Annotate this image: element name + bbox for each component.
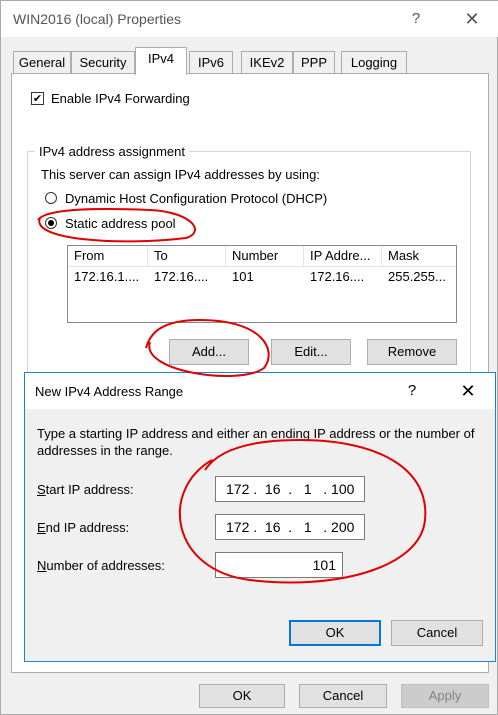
end-ip-label-text: nd IP address: xyxy=(45,520,130,535)
dialog-description: Type a starting IP address and either an… xyxy=(37,426,475,458)
new-address-range-dialog: New IPv4 Address Range ? ✕ Type a starti… xyxy=(24,372,496,662)
dialog-help-icon[interactable]: ? xyxy=(401,380,423,402)
address-pool-table[interactable]: From To Number IP Addre... Mask 172.16.1… xyxy=(67,245,457,323)
dialog-title-bar: New IPv4 Address Range ? ✕ xyxy=(25,373,495,409)
tab-security[interactable]: Security xyxy=(71,51,135,73)
table-cell-mask[interactable]: 255.255... xyxy=(382,268,456,286)
table-cell-ip-address[interactable]: 172.16.... xyxy=(304,268,382,286)
window-title: WIN2016 (local) Properties xyxy=(13,11,182,27)
close-icon[interactable]: ✕ xyxy=(457,7,487,31)
tab-ipv4[interactable]: IPv4 xyxy=(135,47,187,75)
assign-text: This server can assign IPv4 addresses by… xyxy=(41,167,320,182)
column-header-number[interactable]: Number xyxy=(226,246,304,266)
column-header-ip-address[interactable]: IP Addre... xyxy=(304,246,382,266)
footer-ok-button[interactable]: OK xyxy=(199,684,285,708)
dhcp-radio[interactable] xyxy=(45,192,57,204)
column-header-to[interactable]: To xyxy=(148,246,226,266)
tab-general[interactable]: General xyxy=(13,51,71,73)
table-cell-number[interactable]: 101 xyxy=(226,268,304,286)
edit-button[interactable]: Edit... xyxy=(271,339,351,365)
group-title: IPv4 address assignment xyxy=(35,144,189,159)
number-of-addresses-input[interactable]: 101 xyxy=(215,552,343,578)
number-label-text: umber of addresses: xyxy=(46,558,165,573)
footer-apply-button[interactable]: Apply xyxy=(401,684,489,708)
title-bar: WIN2016 (local) Properties ? ✕ xyxy=(1,1,498,37)
static-pool-radio[interactable] xyxy=(45,217,57,229)
dialog-cancel-button[interactable]: Cancel xyxy=(391,620,483,646)
start-ip-label-text: tart IP address: xyxy=(45,482,134,497)
dialog-title: New IPv4 Address Range xyxy=(35,384,184,399)
tab-ppp[interactable]: PPP xyxy=(293,51,335,73)
footer-cancel-button[interactable]: Cancel xyxy=(299,684,387,708)
column-header-from[interactable]: From xyxy=(68,246,148,266)
radio-selected-dot xyxy=(48,220,54,226)
dialog-close-icon[interactable]: ✕ xyxy=(455,380,481,402)
header-divider xyxy=(68,266,456,267)
table-cell-to[interactable]: 172.16.... xyxy=(148,268,226,286)
remove-button[interactable]: Remove xyxy=(367,339,457,365)
tab-logging[interactable]: Logging xyxy=(341,51,407,73)
tab-ipv6[interactable]: IPv6 xyxy=(189,51,233,73)
help-icon[interactable]: ? xyxy=(403,7,429,31)
end-ip-input[interactable]: 172 . 16 . 1 . 200 xyxy=(215,514,365,540)
static-pool-label: Static address pool xyxy=(65,216,176,231)
add-button[interactable]: Add... xyxy=(169,339,249,365)
forwarding-checkbox[interactable]: ✔ xyxy=(31,92,44,105)
dialog-ok-button[interactable]: OK xyxy=(289,620,381,646)
number-of-addresses-label: Number of addresses: xyxy=(37,558,165,573)
column-header-mask[interactable]: Mask xyxy=(382,246,456,266)
table-cell-from[interactable]: 172.16.1.... xyxy=(68,268,148,286)
checkmark-icon: ✔ xyxy=(32,93,43,105)
start-ip-label: Start IP address: xyxy=(37,482,134,497)
dhcp-label: Dynamic Host Configuration Protocol (DHC… xyxy=(65,191,328,206)
forwarding-label: Enable IPv4 Forwarding xyxy=(51,91,190,106)
end-ip-label: End IP address: xyxy=(37,520,130,535)
tab-ikev2[interactable]: IKEv2 xyxy=(241,51,293,73)
start-ip-input[interactable]: 172 . 16 . 1 . 100 xyxy=(215,476,365,502)
